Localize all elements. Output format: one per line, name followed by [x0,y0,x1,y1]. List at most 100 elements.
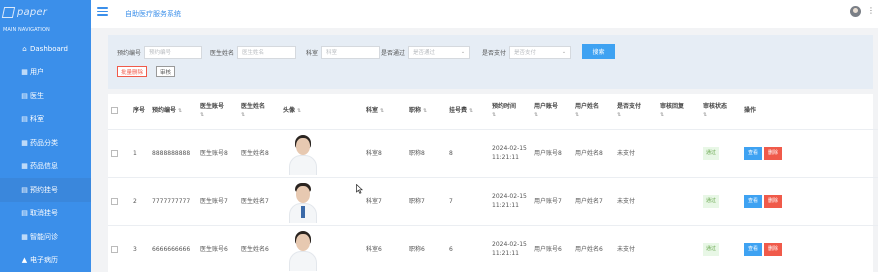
doctor-photo[interactable] [283,179,323,223]
search-field-paid: 是否支付 是否支付 ⌄ [482,45,572,59]
row-checkbox[interactable] [111,197,118,205]
cell-avatar [280,129,363,178]
approved-select[interactable]: 是否通过 ⌄ [408,45,471,59]
sort-icon: ⇅ [703,112,708,119]
cell-doctor-account: 医生账号7 [197,177,238,226]
paid-select-value: 是否支付 [514,50,537,56]
col-review-status-header[interactable]: 审核状态 ⇅ [700,94,741,130]
doctor-name-input[interactable]: 医生姓名 [237,45,297,59]
department-label: 科室 [306,49,319,57]
col-department-header[interactable]: 科室 ⇅ [363,94,406,130]
col-order-no-header[interactable]: 预约编号 ⇅ [149,94,197,130]
chevron-down-icon: ⌄ [460,49,466,55]
cell-title: 职称6 [406,225,446,272]
order-no-input[interactable]: 预约编号 [144,45,203,59]
search-button[interactable]: 搜索 [582,44,615,59]
view-button[interactable]: 查看 [744,242,763,256]
cell-user-name: 用户姓名8 [572,129,614,178]
doctor-name-label: 医生姓名 [210,49,235,57]
cell-doctor-account: 医生账号8 [197,129,238,178]
sort-icon: ⇅ [241,112,246,119]
table-row[interactable]: 3 6666666666 医生账号6 医生姓名6 科室6 职称6 6 2024-02-15 11… [108,225,878,272]
cell-time: 2024-02-15 11:21:11 [489,129,531,178]
status-badge: 通过 [703,146,720,160]
col-doctor-account-header[interactable]: 医生账号 ⇅ [197,94,238,130]
doctor-photo[interactable] [283,131,323,175]
sidebar-item-0[interactable]: ⌂ Dashboard [0,37,91,61]
time-clock: 11:21:11 [492,154,519,161]
sidebar-item-label: 取消挂号 [30,209,58,218]
sidebar-item-5[interactable]: ▦ 药品信息 [0,155,91,179]
sidebar-item-1[interactable]: ▦ 用户 [0,61,91,85]
bulk-delete-button[interactable]: 批量删除 [117,66,148,77]
status-badge: 通过 [703,194,720,208]
grid-icon: ▦ [21,68,28,77]
sidebar-item-3[interactable]: ▤ 科室 [0,108,91,132]
sort-icon: ⇅ [469,108,474,115]
table-row[interactable]: 1 8888888888 医生账号8 医生姓名8 科室8 职称8 8 2024-02-15 11… [108,129,878,178]
search-field-department: 科室 科室 [306,45,381,59]
cell-fee: 8 [446,129,489,178]
col-fee-header[interactable]: 挂号费 ⇅ [446,94,489,130]
delete-button[interactable]: 删除 [764,194,783,208]
select-all-checkbox[interactable] [111,107,118,115]
view-button[interactable]: 查看 [744,194,763,208]
cell-fee: 6 [446,225,489,272]
appointments-table-card: 序号 预约编号 ⇅ 医生账号 ⇅ 医生姓名 ⇅ 头像 ⇅ 科室 ⇅ 职称 ⇅ 挂号费 ⇅ 预约… [108,94,878,272]
col-user-account-header[interactable]: 用户账号 ⇅ [531,94,572,130]
col-avatar-header[interactable]: 头像 ⇅ [280,94,363,130]
chevron-down-icon: ⌄ [561,49,567,55]
cell-review-reply [657,129,700,178]
sort-icon: ⇅ [423,108,428,115]
row-checkbox[interactable] [111,149,118,157]
department-input[interactable]: 科室 [321,45,381,59]
sidebar-item-label: 预约挂号 [30,185,58,194]
col-index-header: 序号 [130,94,149,130]
status-badge: 通过 [703,242,720,256]
sidebar-item-8[interactable]: ▦ 智能问诊 [0,225,91,249]
menu-toggle-icon[interactable] [97,7,108,16]
row-select-cell [108,177,130,226]
cell-department: 科室8 [363,129,406,178]
mouse-cursor-icon [356,184,363,194]
more-menu-icon[interactable]: ⋮ [867,6,875,16]
table-row[interactable]: 2 7777777777 医生账号7 医生姓名7 科室7 职称7 7 2024-02-15 11… [108,177,878,226]
cell-time: 2024-02-15 11:21:11 [489,177,531,226]
cell-index: 2 [130,177,149,226]
cell-review-status: 通过 [700,177,741,226]
sidebar-item-2[interactable]: ▤ 医生 [0,84,91,108]
sidebar-item-7[interactable]: ▤ 取消挂号 [0,202,91,226]
col-user-name-header[interactable]: 用户姓名 ⇅ [572,94,614,130]
sidebar-item-9[interactable]: ▲ 电子病历 [0,249,91,272]
cell-user-account: 用户账号6 [531,225,572,272]
cell-order-no: 7777777777 [149,177,197,226]
sidebar: paper MAIN NAVIGATION ⌂ Dashboard ▦ 用户 ▤ 医生 ▤ 科… [0,0,105,272]
sidebar-item-4[interactable]: ▦ 药品分类 [0,131,91,155]
sort-icon: ⇅ [297,108,302,115]
col-doctor-account-label: 医生账号 [200,103,225,111]
col-order-no-label: 预约编号 [152,107,177,115]
col-title-header[interactable]: 职称 ⇅ [406,94,446,130]
user-avatar[interactable] [850,6,861,17]
delete-button[interactable]: 删除 [764,146,783,160]
review-button[interactable]: 审核 [156,66,176,77]
col-time-header[interactable]: 预约时间 ⇅ [489,94,531,130]
cell-actions: 查看 删除 [741,129,878,178]
main-content: 预约编号 预约编号 医生姓名 医生姓名 科室 科室 是否通过 是否通过 ⌄ 是否… [91,28,878,272]
delete-button[interactable]: 删除 [764,242,783,256]
col-review-reply-header[interactable]: 审核回复 ⇅ [657,94,700,130]
sort-icon: ⇅ [617,112,622,119]
logo[interactable]: paper [1,5,47,19]
col-doctor-name-header[interactable]: 医生姓名 ⇅ [238,94,280,130]
doctor-photo[interactable] [283,227,323,271]
paid-label: 是否支付 [482,49,507,57]
view-button[interactable]: 查看 [744,146,763,160]
paid-select[interactable]: 是否支付 ⌄ [509,45,572,59]
time-clock: 11:21:11 [492,202,519,209]
home-icon: ⌂ [22,44,27,53]
sidebar-item-6[interactable]: ▤ 预约挂号 [0,178,105,202]
col-user-account-label: 用户账号 [534,103,559,111]
col-paid-header[interactable]: 是否支付 ⇅ [614,94,657,130]
search-field-approved: 是否通过 是否通过 ⌄ [381,45,471,59]
row-checkbox[interactable] [111,245,118,253]
